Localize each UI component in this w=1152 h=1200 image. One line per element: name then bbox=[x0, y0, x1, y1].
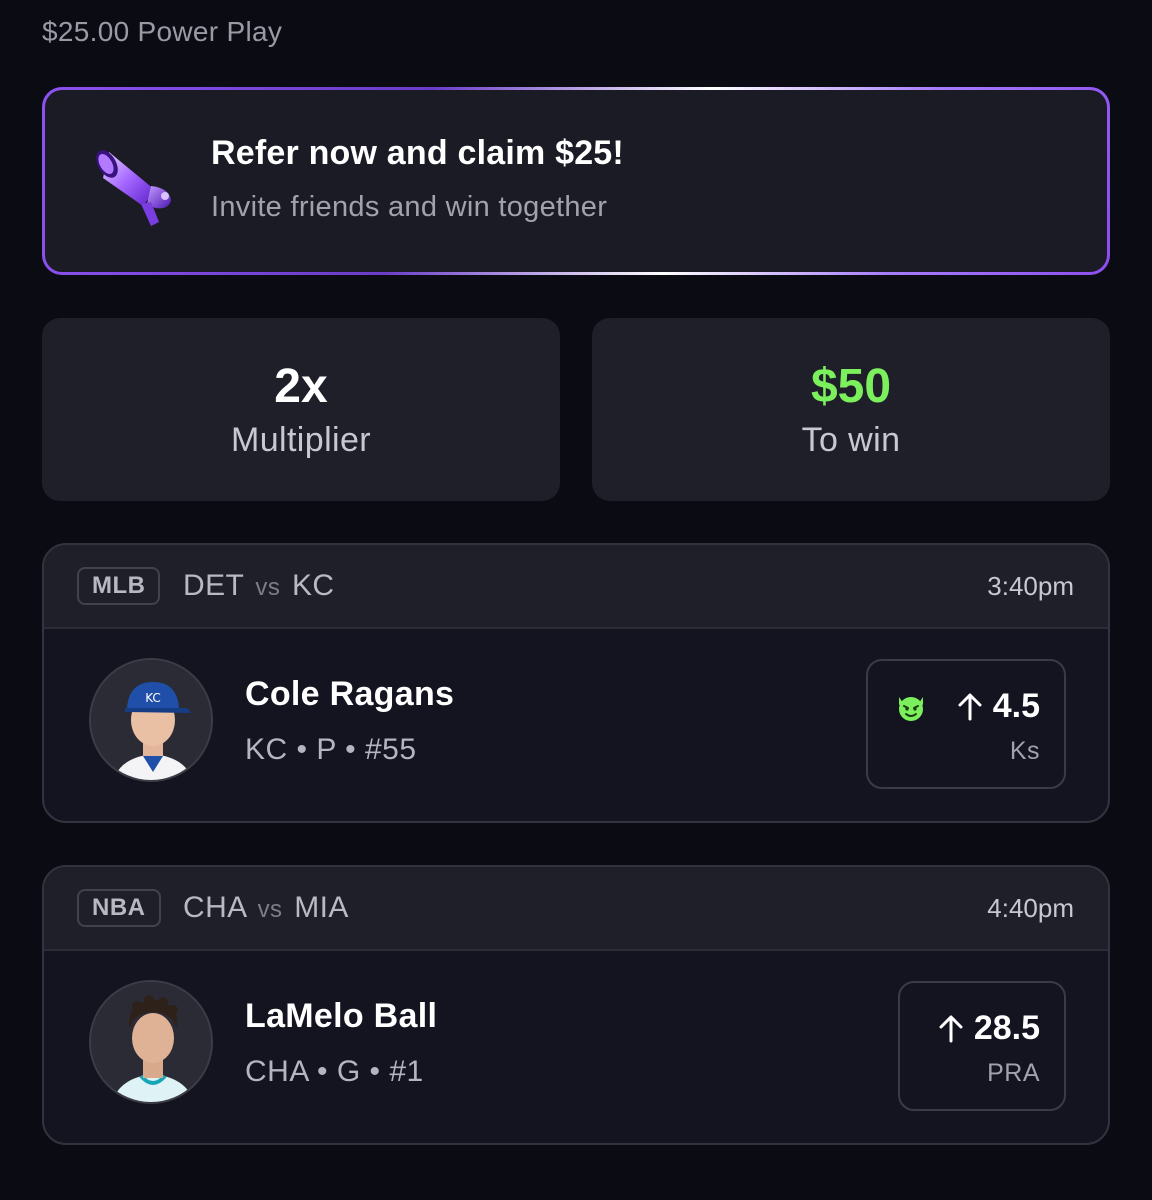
pick-header: MLB DET vs KC 3:40pm bbox=[44, 545, 1108, 629]
game-time: 4:40pm bbox=[987, 893, 1074, 923]
multiplier-value: 2x bbox=[274, 360, 328, 413]
entry-title: $25.00 Power Play bbox=[42, 16, 283, 47]
player-name: LaMelo Ball bbox=[245, 997, 438, 1035]
league-badge: MLB bbox=[77, 567, 161, 605]
pick-card[interactable]: MLB DET vs KC 3:40pm KC Cole Ragans KC •… bbox=[42, 543, 1110, 823]
matchup: DET vs KC bbox=[183, 569, 334, 603]
refer-text: Refer now and claim $25! Invite friends … bbox=[211, 134, 624, 224]
league-badge: NBA bbox=[77, 889, 161, 927]
vs-label: vs bbox=[255, 574, 281, 601]
player-avatar: KC bbox=[89, 658, 213, 782]
player-name: Cole Ragans bbox=[245, 675, 455, 713]
demon-icon bbox=[898, 696, 923, 721]
to-win-value: $50 bbox=[810, 360, 892, 413]
game-time: 3:40pm bbox=[987, 571, 1074, 601]
home-team: KC bbox=[291, 569, 335, 602]
megaphone-icon bbox=[96, 150, 171, 226]
matchup: CHA vs MIA bbox=[183, 891, 349, 925]
pick-card[interactable]: NBA CHA vs MIA 4:40pm LaMelo Ball CHA • … bbox=[42, 865, 1110, 1145]
vs-label: vs bbox=[257, 896, 283, 923]
multiplier-label: Multiplier bbox=[230, 421, 372, 459]
stat-type: Ks bbox=[1009, 737, 1040, 765]
line-value: 28.5 bbox=[973, 1009, 1040, 1047]
multiplier-card: 2x Multiplier bbox=[42, 318, 560, 501]
away-team: DET bbox=[183, 569, 244, 602]
projection-box[interactable]: 4.5 Ks bbox=[866, 659, 1066, 789]
to-win-label: To win bbox=[801, 421, 901, 459]
home-team: MIA bbox=[294, 891, 349, 924]
refer-banner[interactable]: Refer now and claim $25! Invite friends … bbox=[42, 87, 1110, 275]
entry-screen: $25.00 Power Play Refer now and claim $2… bbox=[0, 0, 1152, 1200]
player-meta: CHA • G • #1 bbox=[245, 1055, 424, 1088]
to-win-card: $50 To win bbox=[592, 318, 1110, 501]
refer-subtitle: Invite friends and win together bbox=[211, 191, 608, 223]
arrow-up-icon bbox=[958, 693, 982, 720]
pick-header: NBA CHA vs MIA 4:40pm bbox=[44, 867, 1108, 951]
arrow-up-icon bbox=[939, 1015, 963, 1042]
player-meta: KC • P • #55 bbox=[245, 733, 417, 766]
refer-title: Refer now and claim $25! bbox=[211, 134, 624, 172]
svg-text:KC: KC bbox=[145, 691, 161, 705]
line-value: 4.5 bbox=[992, 687, 1040, 725]
projection-box[interactable]: 28.5 PRA bbox=[898, 981, 1066, 1111]
player-avatar bbox=[89, 980, 213, 1104]
away-team: CHA bbox=[183, 891, 246, 924]
stat-type: PRA bbox=[987, 1059, 1040, 1087]
